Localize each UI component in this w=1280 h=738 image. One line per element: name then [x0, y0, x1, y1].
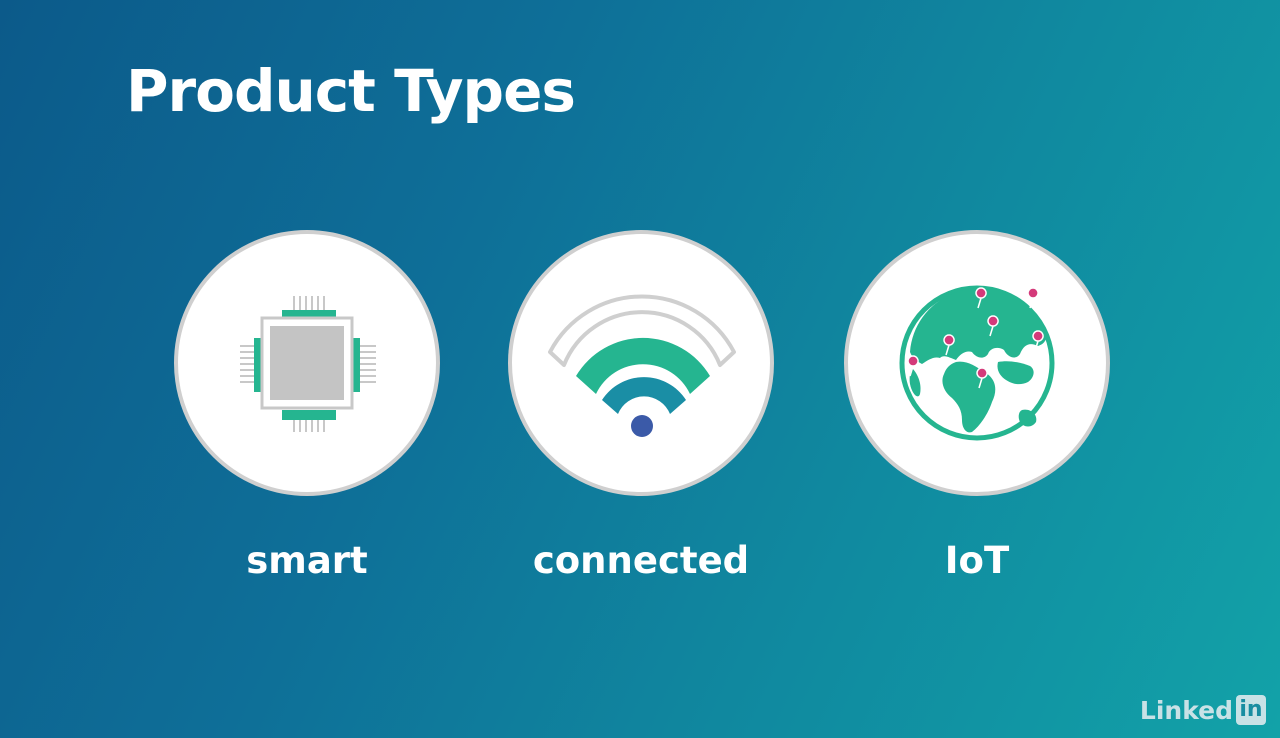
- smart-card: [174, 230, 440, 496]
- chip-icon: [240, 296, 376, 432]
- iot-card: [844, 230, 1110, 496]
- linkedin-logo-text: Linked: [1139, 695, 1233, 725]
- iot-label: IoT: [944, 539, 1010, 582]
- slide-title: Product Types: [126, 57, 576, 125]
- globe-icon: [899, 285, 1055, 441]
- linkedin-logo: Linked in: [1140, 694, 1266, 726]
- linkedin-logo-box: in: [1236, 695, 1266, 725]
- connected-card: [508, 230, 774, 496]
- wifi-icon: [548, 294, 736, 437]
- smart-label: smart: [246, 539, 368, 582]
- connected-label: connected: [532, 539, 750, 582]
